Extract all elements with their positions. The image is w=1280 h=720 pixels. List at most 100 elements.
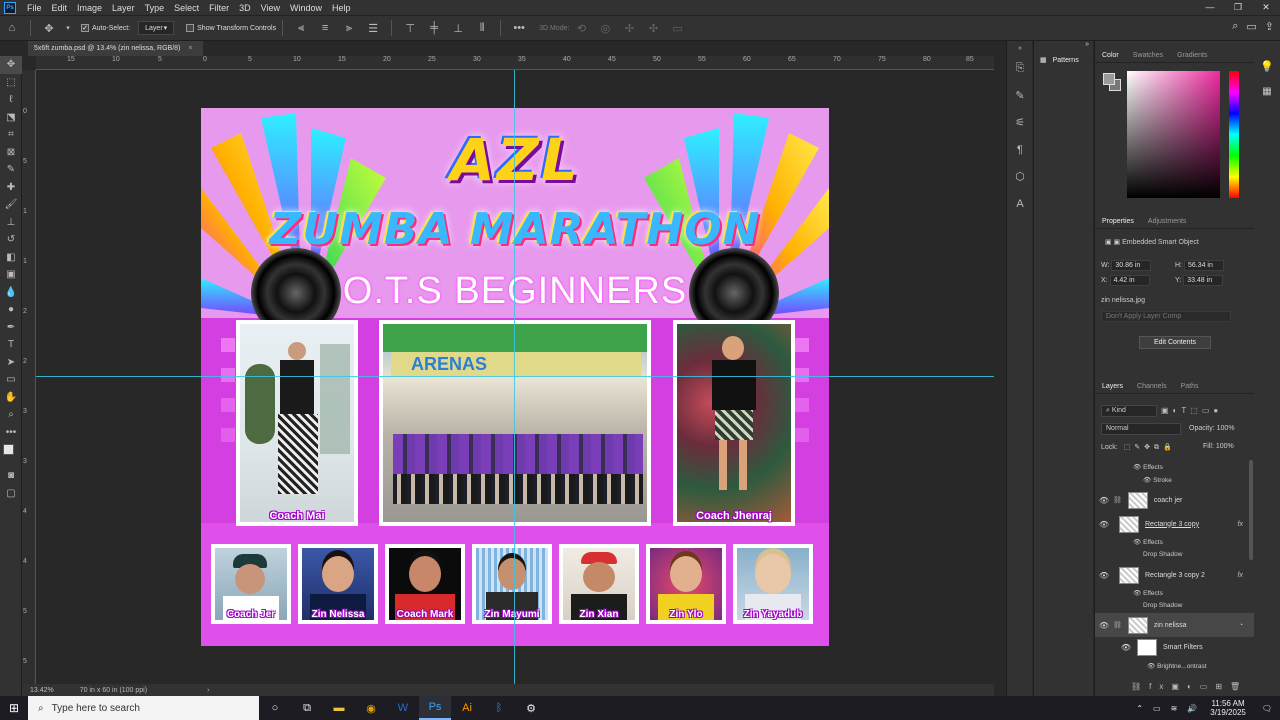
fill-field[interactable]: Fill: 100% (1203, 443, 1234, 450)
eye-icon[interactable]: 👁 (1095, 643, 1131, 652)
task-view-icon[interactable]: ⧉ (291, 696, 323, 720)
network-icon[interactable]: ▭ (1153, 704, 1161, 713)
align-distribute-icon[interactable]: ☰ (364, 20, 382, 36)
x-field[interactable]: X: 4.42 in (1101, 275, 1150, 286)
minimize-button[interactable]: — (1196, 0, 1224, 15)
drop-shadow-effect[interactable]: Drop Shadow (1143, 551, 1182, 558)
blend-mode-dropdown[interactable]: Normal (1101, 423, 1181, 435)
tab-layers[interactable]: Layers (1095, 383, 1130, 390)
learn-icon[interactable]: 💡 (1254, 51, 1280, 81)
tab-color[interactable]: Color (1095, 52, 1126, 59)
layer-name[interactable]: Rectangle 3 copy 2 (1145, 572, 1205, 579)
3d-rotate-icon[interactable]: ⟲ (572, 20, 590, 36)
layers-scrollbar[interactable] (1249, 460, 1253, 560)
stroke-effect[interactable]: 👁 Stroke (1143, 476, 1172, 484)
tab-swatches[interactable]: Swatches (1126, 52, 1170, 59)
y-input[interactable]: 33.48 in (1183, 275, 1224, 286)
menu-file[interactable]: File (22, 3, 47, 13)
screen-mode-icon[interactable]: ▢ (0, 485, 22, 503)
eye-icon[interactable]: 👁 (1095, 621, 1113, 630)
cortana-icon[interactable]: ○ (259, 696, 291, 720)
lasso-tool-icon[interactable]: ℓ (0, 91, 22, 109)
more-options-icon[interactable]: ••• (510, 20, 528, 36)
search-icon[interactable]: ⌕ (1232, 20, 1238, 33)
align-top-icon[interactable]: ⊤ (401, 20, 419, 36)
layer-filter-dropdown[interactable]: ⌕ Kind (1101, 405, 1157, 417)
eyedropper-tool-icon[interactable]: ✎ (0, 161, 22, 179)
menu-image[interactable]: Image (72, 3, 107, 13)
photoshop-taskbar-icon[interactable]: Ps (419, 696, 451, 720)
frame-tool-icon[interactable]: ⊠ (0, 144, 22, 162)
align-right-icon[interactable]: ⫸ (340, 20, 358, 36)
layer-name[interactable]: Rectangle 3 copy (1145, 521, 1199, 528)
close-tab-icon[interactable]: × (188, 45, 192, 52)
app-icon[interactable]: ⚙ (515, 696, 547, 720)
illustrator-icon[interactable]: Ai (451, 696, 483, 720)
status-arrow-icon[interactable]: › (207, 687, 209, 694)
menu-layer[interactable]: Layer (107, 3, 140, 13)
dodge-tool-icon[interactable]: ● (0, 301, 22, 319)
layer-filter-icons[interactable]: ▣◐T⬚▭● (1161, 406, 1222, 415)
file-explorer-icon[interactable]: ▬ (323, 696, 355, 720)
color-panel-swatches[interactable] (1103, 73, 1123, 93)
pen-tool-icon[interactable]: ✒ (0, 319, 22, 337)
layers-footer-icons[interactable]: ⛓fx▣◐▭⊞🗑 (1131, 682, 1248, 691)
close-button[interactable]: ✕ (1252, 0, 1280, 15)
brush-tool-icon[interactable]: 🖌 (0, 196, 22, 214)
history-brush-icon[interactable]: ↺ (0, 231, 22, 249)
show-transform-checkbox[interactable]: Show Transform Controls (186, 24, 276, 32)
restore-button[interactable]: ❐ (1224, 0, 1252, 15)
taskbar-search[interactable]: ⌕ Type here to search (28, 696, 259, 720)
marquee-tool-icon[interactable]: ⬚ (0, 74, 22, 92)
auto-select-target-dropdown[interactable]: Layer ▾ (138, 21, 175, 35)
clone-stamp-icon[interactable]: ⊥ (0, 214, 22, 232)
shape-tool-icon[interactable]: ▭ (0, 371, 22, 389)
clock[interactable]: 11:56 AM 3/19/2025 (1210, 699, 1246, 717)
word-icon[interactable]: W (387, 696, 419, 720)
menu-filter[interactable]: Filter (204, 3, 234, 13)
menu-view[interactable]: View (256, 3, 285, 13)
notifications-icon[interactable]: 🗨 (1262, 704, 1272, 713)
height-input[interactable]: 56.34 in (1183, 260, 1224, 271)
horizontal-ruler[interactable]: 15 10 5 0 5 10 15 20 25 30 35 40 45 50 5… (36, 56, 994, 70)
tab-paths[interactable]: Paths (1174, 383, 1206, 390)
y-field[interactable]: Y: 33.48 in (1175, 275, 1224, 286)
tab-properties[interactable]: Properties (1095, 218, 1141, 225)
document-tab[interactable]: 5x6ft zumba.psd @ 13.4% (zin nelissa, RG… (28, 41, 203, 56)
collapse-arrows-icon[interactable]: » (1085, 41, 1089, 48)
3d-pan-icon[interactable]: ✢ (620, 20, 638, 36)
paragraph-icon[interactable]: ¶ (1007, 136, 1033, 163)
vertical-ruler[interactable]: 0 5 1 1 2 2 3 3 4 4 5 5 (22, 70, 36, 684)
layer-row[interactable]: 👁 Rectangle 3 copy 2 fx (1095, 563, 1255, 587)
object-select-tool-icon[interactable]: ⬔ (0, 109, 22, 127)
layer-row[interactable]: 👁 ⛓ coach jer (1095, 488, 1255, 512)
layer-name[interactable]: coach jer (1154, 497, 1182, 504)
foreground-color-swatch[interactable] (3, 444, 14, 455)
patterns-tab[interactable]: ▦ Patterns (1040, 56, 1079, 65)
smart-filters-row[interactable]: 👁 Smart Filters (1095, 637, 1255, 657)
type-tool-icon[interactable]: T (0, 336, 22, 354)
path-select-icon[interactable]: ➤ (0, 354, 22, 372)
fx-icon[interactable]: fx (1238, 521, 1243, 528)
blur-tool-icon[interactable]: 💧 (0, 284, 22, 302)
x-input[interactable]: 4.42 in (1109, 275, 1150, 286)
foreground-color-swatch[interactable] (1103, 73, 1115, 85)
drop-shadow-effect[interactable]: Drop Shadow (1143, 602, 1182, 609)
move-tool-icon[interactable]: ✥ (0, 56, 22, 74)
share-icon[interactable]: ⇪ (1265, 20, 1274, 33)
width-field[interactable]: W: 30.86 in (1101, 260, 1152, 271)
align-left-icon[interactable]: ⫷ (292, 20, 310, 36)
align-middle-icon[interactable]: ╪ (425, 20, 443, 36)
tab-adjustments[interactable]: Adjustments (1141, 218, 1194, 225)
3d-roll-icon[interactable]: ◎ (596, 20, 614, 36)
libraries-icon[interactable]: ▦ (1254, 81, 1280, 101)
crop-tool-icon[interactable]: ⌗ (0, 126, 22, 144)
layer-name[interactable]: zin nelissa (1154, 622, 1187, 629)
adjustments-sliders-icon[interactable]: ⚟ (1007, 109, 1033, 136)
color-swatches[interactable] (0, 441, 22, 467)
eraser-tool-icon[interactable]: ◧ (0, 249, 22, 267)
chrome-icon[interactable]: ◉ (355, 696, 387, 720)
gradient-tool-icon[interactable]: ▣ (0, 266, 22, 284)
eye-icon[interactable]: 👁 (1095, 571, 1113, 580)
photoshop-logo-icon[interactable]: Ps (4, 1, 16, 14)
